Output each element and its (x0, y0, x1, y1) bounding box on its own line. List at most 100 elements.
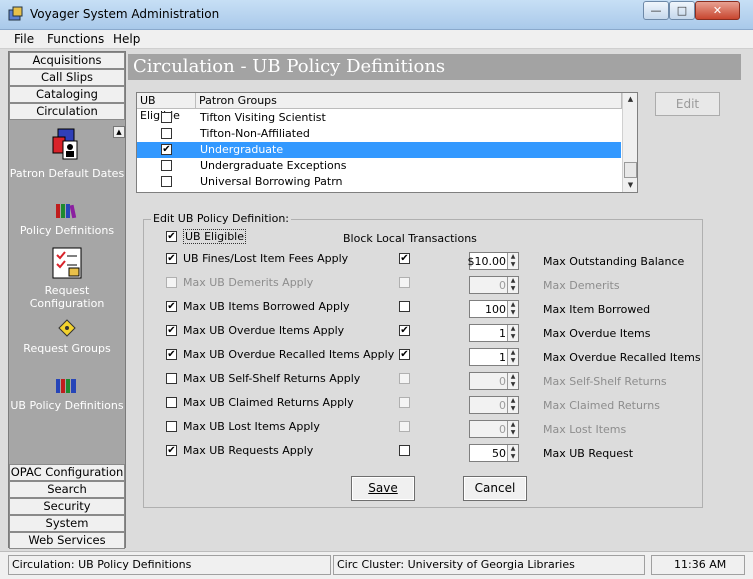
limit-value: 0 (499, 399, 506, 412)
scroll-up-icon[interactable]: ▲ (623, 93, 638, 105)
column-header-ub-eligible[interactable]: UB Eligible (137, 93, 196, 122)
ub-eligible-checkbox[interactable] (161, 128, 172, 139)
limit-label: Max Overdue Items (543, 327, 651, 340)
spinner-arrows-icon[interactable]: ▲ ▼ (507, 253, 518, 269)
block-local-checkbox[interactable] (399, 277, 410, 288)
close-button[interactable]: ✕ (695, 1, 740, 20)
scroll-thumb[interactable] (624, 162, 637, 178)
app-icon (8, 6, 23, 21)
apply-checkbox[interactable]: ✔ (166, 301, 177, 312)
limit-spinner[interactable]: 100 ▲ ▼ (469, 300, 519, 318)
block-local-checkbox[interactable]: ✔ (399, 253, 410, 264)
nav-search[interactable]: Search (9, 481, 125, 498)
edit-button[interactable]: Edit (655, 92, 720, 116)
left-nav: Acquisitions Call Slips Cataloging Circu… (8, 51, 126, 549)
nav-cataloging[interactable]: Cataloging (9, 86, 125, 103)
limit-spinner[interactable]: 0 ▲ ▼ (469, 372, 519, 390)
status-cluster: Circ Cluster: University of Georgia Libr… (333, 555, 645, 575)
spinner-arrows-icon[interactable]: ▲ ▼ (507, 349, 518, 365)
nav-patron-default-dates[interactable]: Patron Default Dates (9, 127, 125, 180)
nav-system[interactable]: System (9, 515, 125, 532)
patron-group-name: Undergraduate Exceptions (200, 159, 347, 172)
patron-groups-list[interactable]: UB Eligible Patron Groups Tifton Visitin… (136, 92, 638, 193)
patron-group-name: Universal Borrowing Patrn (200, 175, 343, 188)
list-row[interactable]: Universal Borrowing Patrn (137, 174, 621, 190)
spinner-arrows-icon[interactable]: ▲ ▼ (507, 421, 518, 437)
spinner-arrows-icon[interactable]: ▲ ▼ (507, 373, 518, 389)
limit-spinner[interactable]: 50 ▲ ▼ (469, 444, 519, 462)
block-local-checkbox[interactable] (399, 397, 410, 408)
list-row[interactable]: Undergraduate Exceptions (137, 158, 621, 174)
ub-eligible-checkbox[interactable] (161, 112, 172, 123)
limit-spinner[interactable]: 0 ▲ ▼ (469, 276, 519, 294)
apply-label: Max UB Items Borrowed Apply (183, 300, 350, 313)
minimize-button[interactable]: — (643, 1, 669, 20)
patron-dates-icon (52, 128, 78, 160)
ub-eligible-checkbox[interactable] (161, 160, 172, 171)
title-bar: Voyager System Administration — □ ✕ (0, 0, 753, 30)
ub-eligible-checkbox[interactable] (161, 176, 172, 187)
spinner-arrows-icon[interactable]: ▲ ▼ (507, 301, 518, 317)
nav-opac-configuration[interactable]: OPAC Configuration (9, 464, 125, 481)
apply-label: Max UB Claimed Returns Apply (183, 396, 354, 409)
apply-checkbox[interactable]: ✔ (166, 253, 177, 264)
block-local-checkbox[interactable]: ✔ (399, 325, 410, 336)
window-title: Voyager System Administration (30, 7, 220, 21)
cancel-label: Cancel (474, 481, 516, 495)
nav-ub-policy-definitions[interactable]: UB Policy Definitions (9, 377, 125, 412)
menu-help[interactable]: Help (113, 32, 140, 46)
apply-checkbox[interactable]: ✔ (166, 325, 177, 336)
limit-value: 1 (499, 351, 506, 364)
limit-label: Max Lost Items (543, 423, 627, 436)
apply-checkbox[interactable] (166, 277, 177, 288)
nav-request-configuration[interactable]: Request Configuration (9, 246, 125, 310)
nav-acquisitions[interactable]: Acquisitions (9, 52, 125, 69)
apply-checkbox[interactable] (166, 373, 177, 384)
ub-eligible-checkbox[interactable]: ✔ (161, 144, 172, 155)
column-header-patron-groups[interactable]: Patron Groups (196, 93, 622, 109)
ub-books-icon (56, 379, 76, 393)
maximize-button[interactable]: □ (669, 1, 695, 20)
spinner-arrows-icon[interactable]: ▲ ▼ (507, 325, 518, 341)
spinner-arrows-icon[interactable]: ▲ ▼ (507, 445, 518, 461)
list-row[interactable]: Tifton-Non-Affiliated (137, 126, 621, 142)
limit-value: 50 (492, 447, 506, 460)
list-scrollbar[interactable]: ▲ ▼ (622, 93, 637, 192)
apply-label: Max UB Lost Items Apply (183, 420, 320, 433)
nav-call-slips[interactable]: Call Slips (9, 69, 125, 86)
nav-item-label: Request Configuration (29, 284, 105, 310)
spinner-arrows-icon[interactable]: ▲ ▼ (507, 397, 518, 413)
nav-request-groups[interactable]: Request Groups (9, 318, 125, 355)
apply-checkbox[interactable]: ✔ (166, 445, 177, 456)
limit-label: Max Outstanding Balance (543, 255, 685, 268)
block-local-checkbox[interactable]: ✔ (399, 349, 410, 360)
nav-security[interactable]: Security (9, 498, 125, 515)
block-local-checkbox[interactable] (399, 445, 410, 456)
cancel-button[interactable]: Cancel (463, 476, 527, 501)
books-icon (56, 204, 77, 219)
menu-functions[interactable]: Functions (47, 32, 104, 46)
list-row-selected[interactable]: ✔ Undergraduate (137, 142, 621, 158)
apply-checkbox[interactable] (166, 421, 177, 432)
ub-eligible-checkbox[interactable]: ✔ (166, 231, 177, 242)
save-button[interactable]: Save (351, 476, 415, 501)
limit-spinner[interactable]: 0 ▲ ▼ (469, 420, 519, 438)
limit-spinner[interactable]: $10.00 ▲ ▼ (468, 252, 519, 270)
nav-web-services[interactable]: Web Services (9, 532, 125, 549)
apply-checkbox[interactable]: ✔ (166, 349, 177, 360)
list-row[interactable]: Tifton Visiting Scientist (137, 110, 621, 126)
limit-spinner[interactable]: 1 ▲ ▼ (469, 348, 519, 366)
apply-label: Max UB Demerits Apply (183, 276, 314, 289)
spinner-arrows-icon[interactable]: ▲ ▼ (507, 277, 518, 293)
limit-spinner[interactable]: 1 ▲ ▼ (469, 324, 519, 342)
nav-circulation[interactable]: Circulation (9, 103, 125, 120)
block-local-checkbox[interactable] (399, 373, 410, 384)
apply-checkbox[interactable] (166, 397, 177, 408)
apply-label: Max UB Self-Shelf Returns Apply (183, 372, 361, 385)
block-local-checkbox[interactable] (399, 301, 410, 312)
limit-spinner[interactable]: 0 ▲ ▼ (469, 396, 519, 414)
nav-policy-definitions[interactable]: Policy Definitions (9, 202, 125, 237)
menu-file[interactable]: File (14, 32, 34, 46)
scroll-down-icon[interactable]: ▼ (623, 179, 638, 191)
block-local-checkbox[interactable] (399, 421, 410, 432)
